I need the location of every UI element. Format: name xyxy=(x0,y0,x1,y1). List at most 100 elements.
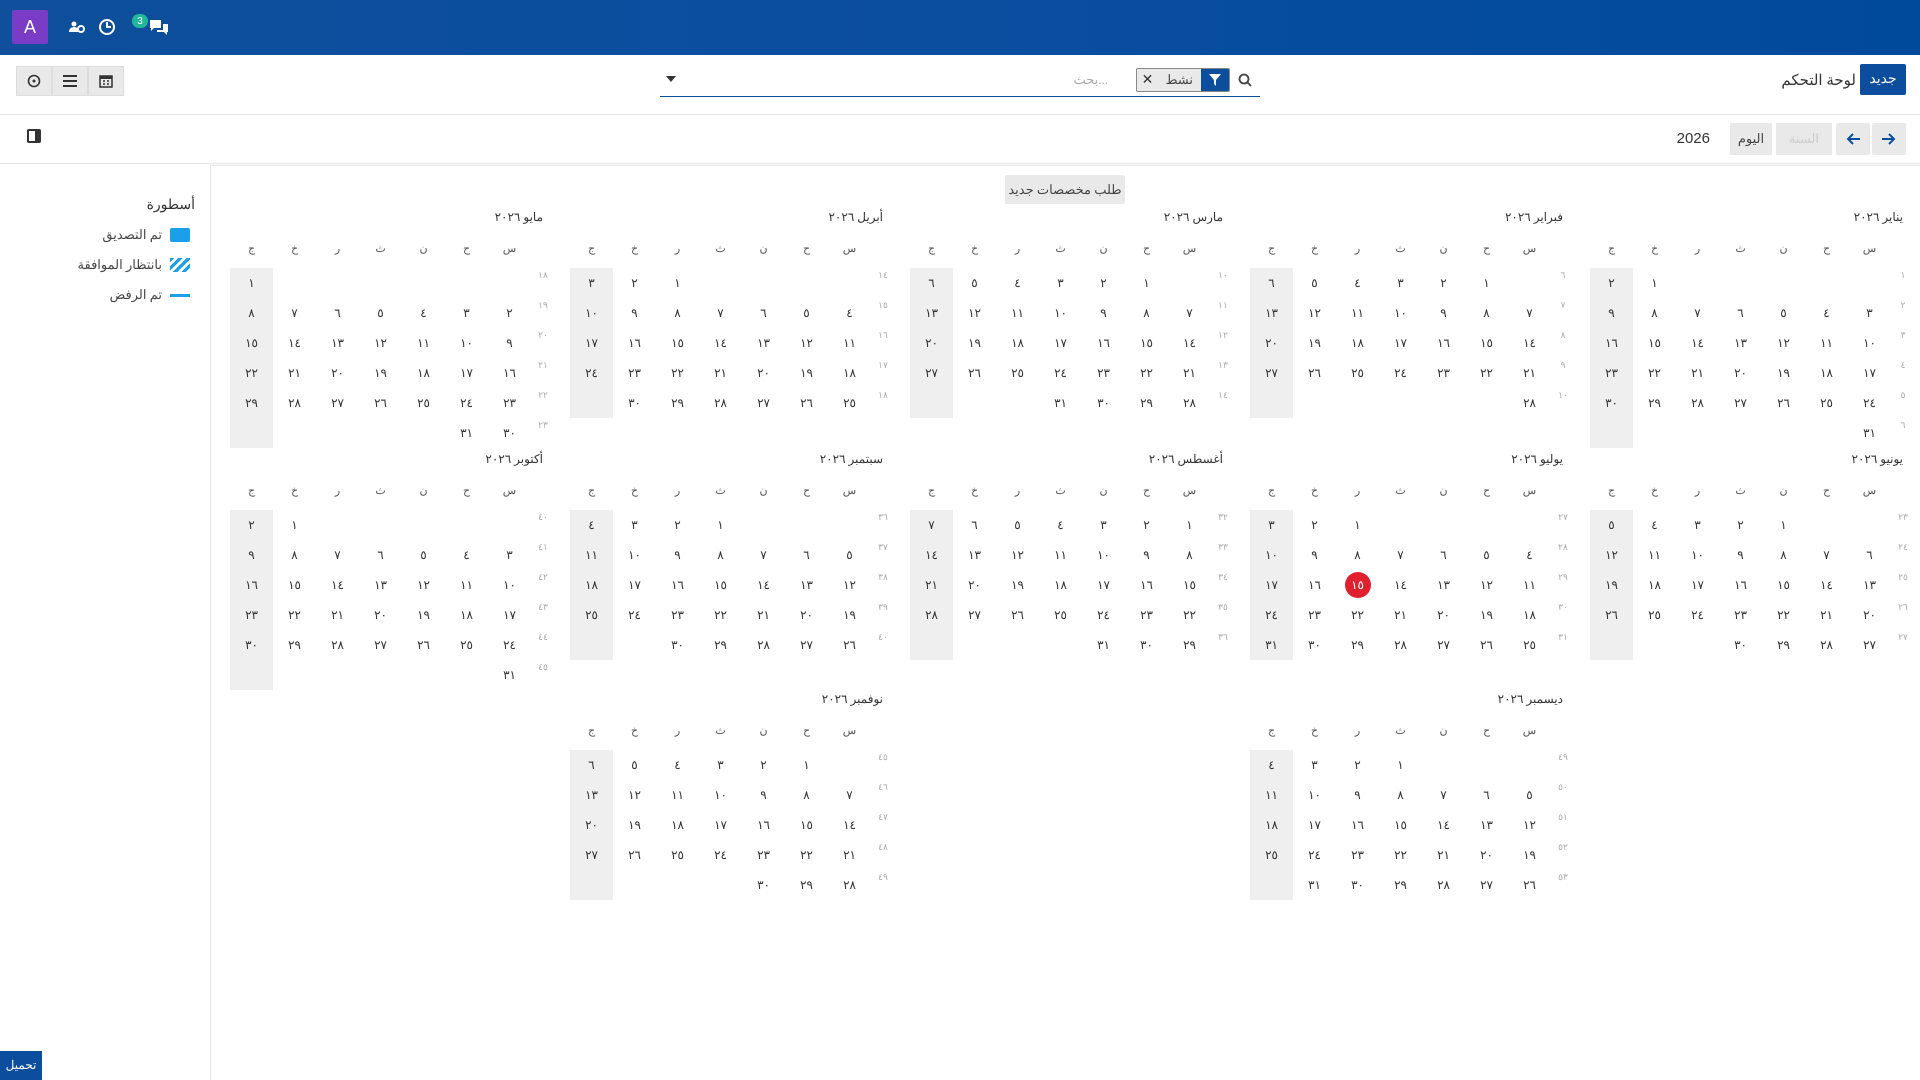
day-cell[interactable]: ٢٣ xyxy=(1590,358,1633,388)
day-cell[interactable]: ٦ xyxy=(1250,268,1293,298)
day-cell[interactable]: ٤ xyxy=(1336,268,1379,298)
day-cell[interactable]: ١٦ xyxy=(1125,570,1168,600)
day-cell[interactable]: ٩ xyxy=(1125,540,1168,570)
day-cell[interactable]: ٦ xyxy=(316,298,359,328)
day-cell[interactable]: ١٥ xyxy=(1125,328,1168,358)
day-cell[interactable]: ١٤ xyxy=(742,570,785,600)
day-cell[interactable]: ١٥ xyxy=(1762,570,1805,600)
day-cell[interactable]: ٢٧ xyxy=(1250,358,1293,388)
day-cell[interactable]: ٢٣ xyxy=(1125,600,1168,630)
day-cell[interactable]: ١٩ xyxy=(359,358,402,388)
day-cell[interactable]: ٢٢ xyxy=(1379,840,1422,870)
day-cell[interactable]: ١٣ xyxy=(316,328,359,358)
day-cell[interactable]: ٢٧ xyxy=(910,358,953,388)
day-cell[interactable]: ١٢ xyxy=(1508,810,1551,840)
day-cell[interactable]: ١٧ xyxy=(1379,328,1422,358)
day-cell[interactable]: ١٢ xyxy=(613,780,656,810)
day-cell[interactable]: ٨ xyxy=(1125,298,1168,328)
day-cell[interactable]: ٦ xyxy=(785,540,828,570)
day-cell[interactable]: ١٨ xyxy=(1805,358,1848,388)
day-cell[interactable]: ١٦ xyxy=(230,570,273,600)
day-cell[interactable]: ٢١ xyxy=(742,600,785,630)
day-cell[interactable]: ١٤ xyxy=(273,328,316,358)
day-cell[interactable]: ٢٦ xyxy=(996,600,1039,630)
day-cell[interactable]: ٥ xyxy=(1508,780,1551,810)
day-cell[interactable]: ١١ xyxy=(570,540,613,570)
day-cell[interactable]: ٢١ xyxy=(1805,600,1848,630)
day-cell[interactable]: ٢٨ xyxy=(742,630,785,660)
day-cell[interactable]: ١١ xyxy=(1508,570,1551,600)
day-cell[interactable]: ١٦ xyxy=(1422,328,1465,358)
day-cell[interactable]: ١٣ xyxy=(785,570,828,600)
day-cell[interactable]: ٨ xyxy=(699,540,742,570)
day-cell[interactable]: ١٧ xyxy=(1848,358,1891,388)
day-cell[interactable]: ١٤ xyxy=(316,570,359,600)
day-cell[interactable]: ٢٠ xyxy=(1719,358,1762,388)
day-cell[interactable]: ٢٦ xyxy=(1590,600,1633,630)
day-cell[interactable]: ٢٥ xyxy=(996,358,1039,388)
day-cell[interactable]: ٢٨ xyxy=(910,600,953,630)
day-cell[interactable]: ٤ xyxy=(570,510,613,540)
day-cell[interactable]: ٢٤ xyxy=(699,840,742,870)
day-cell[interactable]: ٢٥ xyxy=(445,630,488,660)
day-cell[interactable]: ٢ xyxy=(1719,510,1762,540)
day-cell[interactable]: ٢٥ xyxy=(570,600,613,630)
day-cell[interactable]: ٤ xyxy=(1508,540,1551,570)
day-cell[interactable]: ٣ xyxy=(488,540,531,570)
day-cell[interactable]: ٢ xyxy=(1336,750,1379,780)
day-cell[interactable]: ٢٣ xyxy=(1293,600,1336,630)
day-cell[interactable]: ١٥ xyxy=(1168,570,1211,600)
day-cell[interactable]: ٢٢ xyxy=(656,358,699,388)
day-cell[interactable]: ٧ xyxy=(699,298,742,328)
day-cell[interactable]: ١٦ xyxy=(1719,570,1762,600)
day-cell[interactable]: ٢ xyxy=(742,750,785,780)
day-cell[interactable]: ٢ xyxy=(1590,268,1633,298)
day-cell[interactable]: ١ xyxy=(1168,510,1211,540)
day-cell[interactable]: ٢٢ xyxy=(230,358,273,388)
day-cell[interactable]: ١١ xyxy=(402,328,445,358)
day-cell[interactable]: ٤ xyxy=(1805,298,1848,328)
day-cell[interactable]: ١٢ xyxy=(1465,570,1508,600)
day-cell[interactable]: ٢٣ xyxy=(488,388,531,418)
day-cell[interactable]: ٣ xyxy=(1082,510,1125,540)
day-cell[interactable]: ٣٠ xyxy=(1125,630,1168,660)
day-cell[interactable]: ٢ xyxy=(656,510,699,540)
day-cell[interactable]: ١٩ xyxy=(785,358,828,388)
day-cell[interactable]: ٩ xyxy=(1590,298,1633,328)
chat-icon[interactable] xyxy=(145,16,173,38)
day-cell[interactable]: ٥ xyxy=(785,298,828,328)
day-cell[interactable]: ٨ xyxy=(230,298,273,328)
day-cell[interactable]: ٢٩ xyxy=(1379,870,1422,900)
day-cell[interactable]: ٣١ xyxy=(445,418,488,448)
day-cell[interactable]: ٢٢ xyxy=(699,600,742,630)
day-cell[interactable]: ٣٠ xyxy=(613,388,656,418)
day-cell[interactable]: ١ xyxy=(1465,268,1508,298)
day-cell[interactable]: ٢٦ xyxy=(785,388,828,418)
day-cell[interactable]: ١٠ xyxy=(699,780,742,810)
day-cell[interactable]: ١٣ xyxy=(910,298,953,328)
day-cell[interactable]: ٢٣ xyxy=(613,358,656,388)
load-button[interactable]: تحميل xyxy=(0,1051,42,1080)
day-cell[interactable]: ٨ xyxy=(785,780,828,810)
day-cell[interactable]: ١٥ xyxy=(1336,570,1379,600)
day-cell[interactable]: ٥ xyxy=(996,510,1039,540)
day-cell[interactable]: ٩ xyxy=(1336,780,1379,810)
day-cell[interactable]: ١١ xyxy=(1805,328,1848,358)
day-cell[interactable]: ٢٥ xyxy=(1508,630,1551,660)
day-cell[interactable]: ١٨ xyxy=(828,358,871,388)
day-cell[interactable]: ٢٧ xyxy=(785,630,828,660)
day-cell[interactable]: ٢٩ xyxy=(1125,388,1168,418)
day-cell[interactable]: ١٥ xyxy=(785,810,828,840)
day-cell[interactable]: ٣ xyxy=(1039,268,1082,298)
day-cell[interactable]: ١٢ xyxy=(785,328,828,358)
today-button[interactable]: اليوم xyxy=(1730,123,1772,155)
day-cell[interactable]: ٣٠ xyxy=(1293,630,1336,660)
day-cell[interactable]: ١٥ xyxy=(699,570,742,600)
day-cell[interactable]: ١٧ xyxy=(613,570,656,600)
day-cell[interactable]: ١٣ xyxy=(1250,298,1293,328)
day-cell[interactable]: ١ xyxy=(699,510,742,540)
day-cell[interactable]: ٣ xyxy=(1293,750,1336,780)
day-cell[interactable]: ٢٣ xyxy=(1336,840,1379,870)
day-cell[interactable]: ٣١ xyxy=(1039,388,1082,418)
day-cell[interactable]: ١٦ xyxy=(488,358,531,388)
